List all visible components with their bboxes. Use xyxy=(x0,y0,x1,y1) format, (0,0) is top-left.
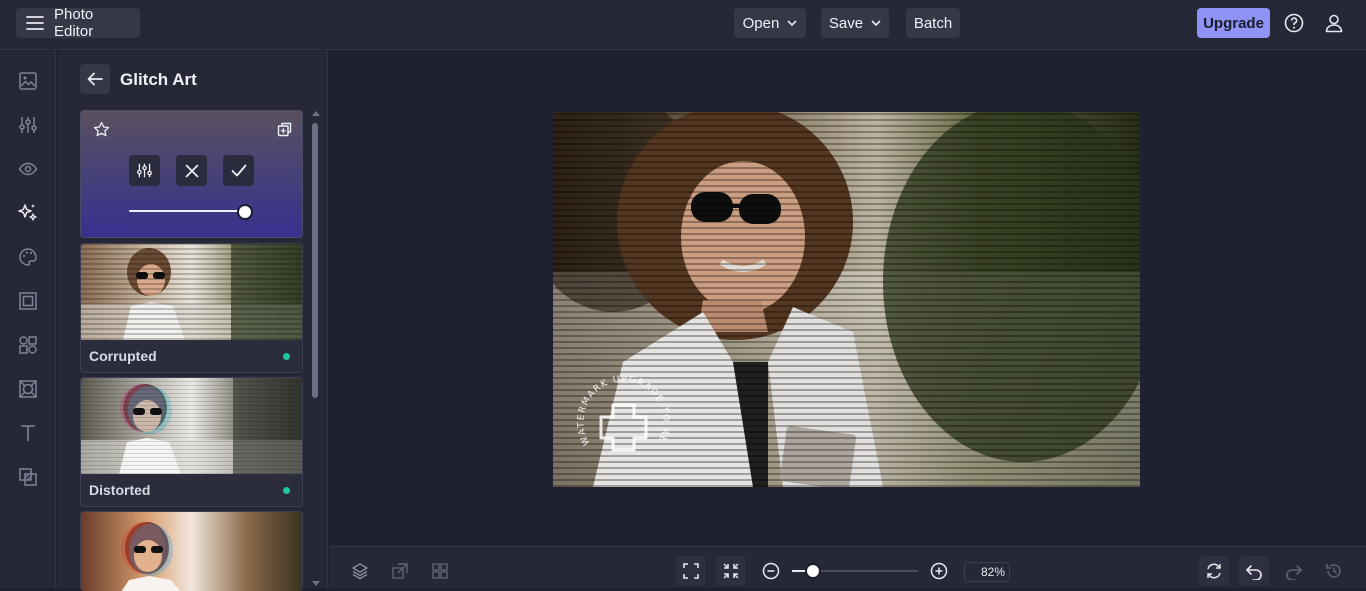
eye-icon[interactable] xyxy=(13,154,43,184)
back-button[interactable] xyxy=(80,64,110,94)
effects-panel: Glitch Art Corrupted Distorted xyxy=(57,51,328,591)
top-bar: Photo Editor Open Save Batch Upgrade xyxy=(0,0,1366,50)
zoom-out-icon[interactable] xyxy=(756,556,786,586)
sliders-icon[interactable] xyxy=(13,110,43,140)
effect-card-corrupted[interactable]: Corrupted xyxy=(80,243,303,373)
palette-icon[interactable] xyxy=(13,242,43,272)
corrupted-thumbnail xyxy=(81,244,302,340)
effect-card-distorted[interactable]: Distorted xyxy=(80,377,303,507)
watermark-badge: WATERMARK UPGRADE TO REMOVE xyxy=(571,375,676,480)
scanline-overlay xyxy=(81,378,302,474)
panel-title: Glitch Art xyxy=(120,70,197,89)
refresh-icon[interactable] xyxy=(1199,556,1229,586)
batch-button[interactable]: Batch xyxy=(906,8,960,38)
frame-icon[interactable] xyxy=(13,286,43,316)
batch-label: Batch xyxy=(913,14,953,32)
app-title: Photo Editor xyxy=(54,6,94,40)
effect-name: Distorted xyxy=(89,482,151,498)
scrollbar-thumb[interactable] xyxy=(312,123,318,398)
help-icon[interactable] xyxy=(1279,8,1309,38)
intensity-slider[interactable] xyxy=(129,203,257,220)
effect-card-label: Distorted xyxy=(81,474,302,506)
resize-icon[interactable] xyxy=(385,556,415,586)
zoom-level[interactable]: 82% xyxy=(964,562,1010,582)
layers-icon[interactable] xyxy=(345,556,375,586)
scroll-up-arrow-icon[interactable] xyxy=(311,109,321,117)
tool-rail xyxy=(0,51,56,588)
canvas-area: WATERMARK UPGRADE TO REMOVE xyxy=(329,51,1366,546)
user-icon[interactable] xyxy=(1319,8,1349,38)
bottom-toolbar: 82% xyxy=(329,546,1366,588)
upgrade-button[interactable]: Upgrade xyxy=(1197,8,1270,38)
zoom-slider-handle[interactable] xyxy=(805,563,821,579)
save-label: Save xyxy=(828,14,864,32)
main-menu-button[interactable]: Photo Editor xyxy=(16,6,140,40)
effect-name: Corrupted xyxy=(89,348,157,364)
history-icon[interactable] xyxy=(1319,556,1349,586)
third-thumbnail xyxy=(81,512,302,591)
shapes-icon[interactable] xyxy=(13,330,43,360)
sliders-icon xyxy=(136,162,153,179)
scanline-overlay xyxy=(81,244,302,340)
save-button[interactable]: Save xyxy=(821,8,889,38)
effect-card-third[interactable] xyxy=(80,511,303,591)
active-indicator-dot xyxy=(283,486,290,494)
grid-icon[interactable] xyxy=(425,556,455,586)
undo-icon[interactable] xyxy=(1239,556,1269,586)
open-button[interactable]: Open xyxy=(734,8,806,38)
redo-icon[interactable] xyxy=(1279,556,1309,586)
apply-effect-button[interactable] xyxy=(223,155,254,186)
active-indicator-dot xyxy=(283,352,290,360)
zoom-in-icon[interactable] xyxy=(924,556,954,586)
checkmark-icon xyxy=(231,164,247,177)
chevron-down-icon xyxy=(787,19,797,27)
distorted-thumbnail xyxy=(81,378,302,474)
image-icon[interactable] xyxy=(13,66,43,96)
adjust-settings-button[interactable] xyxy=(129,155,160,186)
scroll-down-arrow-icon[interactable] xyxy=(311,580,321,588)
sparkles-icon[interactable] xyxy=(13,198,43,228)
active-effect-card xyxy=(80,110,303,238)
arrow-left-icon xyxy=(87,72,103,86)
watermark-text-ring: WATERMARK UPGRADE TO REMOVE xyxy=(571,375,671,447)
effect-card-label: Corrupted xyxy=(81,340,302,372)
edited-photo[interactable]: WATERMARK UPGRADE TO REMOVE xyxy=(553,112,1140,487)
panel-scrollbar[interactable] xyxy=(310,109,320,588)
hamburger-icon xyxy=(26,16,44,30)
overlay-icon[interactable] xyxy=(13,462,43,492)
open-label: Open xyxy=(742,14,780,32)
zoom-slider[interactable] xyxy=(792,562,918,580)
cancel-effect-button[interactable] xyxy=(176,155,207,186)
intensity-slider-handle[interactable] xyxy=(237,204,253,220)
actual-size-icon[interactable] xyxy=(716,556,746,586)
texture-icon[interactable] xyxy=(13,374,43,404)
text-icon[interactable] xyxy=(13,418,43,448)
close-icon xyxy=(185,164,199,178)
svg-text:WATERMARK UPGRADE TO REMOVE: WATERMARK UPGRADE TO REMOVE xyxy=(571,375,671,447)
upgrade-label: Upgrade xyxy=(1203,14,1264,32)
star-icon[interactable] xyxy=(86,114,116,144)
fit-to-screen-icon[interactable] xyxy=(676,556,706,586)
copy-icon[interactable] xyxy=(270,114,300,144)
chevron-down-icon xyxy=(871,19,881,27)
